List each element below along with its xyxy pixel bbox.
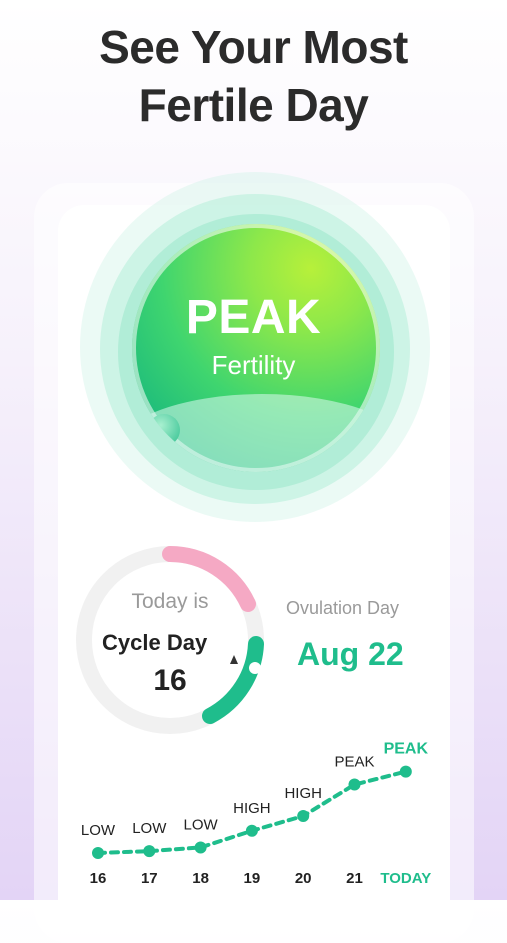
trend-point-label: LOW bbox=[132, 820, 167, 837]
trend-point bbox=[297, 810, 310, 822]
trend-x-tick-label: 16 bbox=[90, 870, 107, 887]
trend-x-tick-label: 17 bbox=[141, 870, 158, 887]
trend-point bbox=[194, 841, 207, 854]
trend-point bbox=[399, 765, 412, 778]
trend-point-label: PEAK bbox=[334, 754, 374, 771]
trend-point-label: PEAK bbox=[384, 741, 429, 758]
trend-x-tick-label: 19 bbox=[244, 870, 261, 887]
trend-x-tick-label: TODAY bbox=[380, 870, 431, 887]
trend-point-label: HIGH bbox=[233, 800, 271, 817]
trend-point-label: HIGH bbox=[284, 785, 322, 802]
trend-x-tick-label: 21 bbox=[346, 870, 363, 887]
trend-x-tick-label: 20 bbox=[295, 870, 312, 887]
trend-point bbox=[348, 778, 361, 791]
trend-point bbox=[143, 845, 156, 858]
trend-point bbox=[245, 824, 258, 837]
trend-point-label: LOW bbox=[81, 822, 116, 839]
trend-point bbox=[92, 847, 104, 859]
fertility-trend-chart: LOW 16 LOW 17 LOW 18 HIGH 19 HIGH 20 PEAK 21 PEAK TOD… bbox=[81, 741, 431, 887]
trend-x-tick-label: 18 bbox=[192, 870, 209, 887]
trend-point-label: LOW bbox=[184, 816, 219, 833]
